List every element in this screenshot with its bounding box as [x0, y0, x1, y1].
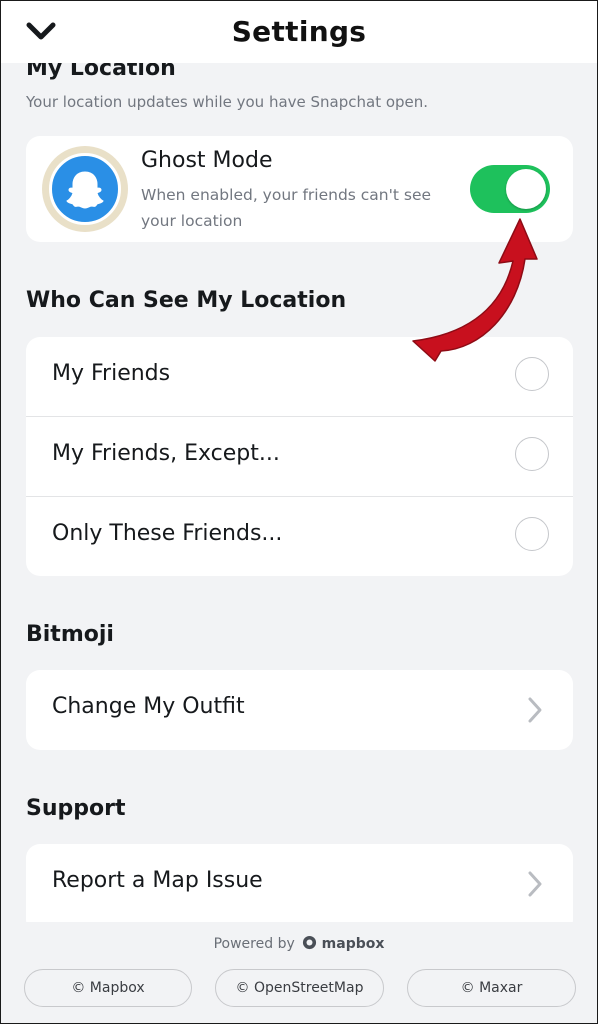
- mapbox-logo-icon: [303, 935, 317, 950]
- attribution-mapbox[interactable]: © Mapbox: [24, 969, 192, 1007]
- row-label: Change My Outfit: [52, 694, 245, 719]
- mapbox-brand: mapbox: [321, 936, 385, 952]
- row-label: Report a Map Issue: [52, 868, 263, 893]
- snapchat-ghost-icon: [66, 171, 104, 209]
- radio-button[interactable]: [515, 437, 549, 471]
- powered-by: Powered by mapbox: [1, 922, 597, 969]
- chevron-right-icon: [528, 697, 542, 723]
- attribution-openstreetmap[interactable]: © OpenStreetMap: [215, 969, 384, 1007]
- option-label: Only These Friends...: [52, 521, 283, 546]
- option-only-these-friends[interactable]: Only These Friends...: [26, 497, 573, 576]
- avatar[interactable]: [42, 146, 128, 232]
- settings-screen: My Location Your location updates while …: [0, 0, 598, 1024]
- report-map-issue-row[interactable]: Report a Map Issue: [26, 844, 573, 924]
- bitmoji-card: Change My Outfit: [26, 670, 573, 750]
- option-label: My Friends, Except...: [52, 441, 280, 466]
- option-my-friends-except[interactable]: My Friends, Except...: [26, 417, 573, 497]
- ghost-mode-label: Ghost Mode: [141, 148, 273, 173]
- section-subtitle: Your location updates while you have Sna…: [26, 93, 429, 111]
- chevron-right-icon: [528, 871, 542, 897]
- section-title-who-can-see: Who Can See My Location: [26, 288, 347, 313]
- location-visibility-card: My Friends My Friends, Except... Only Th…: [26, 337, 573, 576]
- section-title-bitmoji: Bitmoji: [26, 622, 114, 647]
- page-title: Settings: [231, 15, 367, 48]
- powered-by-text: Powered by: [213, 936, 295, 952]
- support-card: Report a Map Issue: [26, 844, 573, 934]
- annotation-arrow: [412, 218, 538, 362]
- header-bar: Settings: [1, 1, 597, 63]
- toggle-knob: [506, 169, 546, 209]
- attribution-maxar[interactable]: © Maxar: [407, 969, 576, 1007]
- section-title-support: Support: [26, 796, 126, 821]
- avatar-badge: [49, 153, 121, 225]
- option-label: My Friends: [52, 361, 171, 386]
- change-outfit-row[interactable]: Change My Outfit: [26, 670, 573, 750]
- ghost-mode-toggle[interactable]: [470, 165, 550, 213]
- radio-button[interactable]: [515, 517, 549, 551]
